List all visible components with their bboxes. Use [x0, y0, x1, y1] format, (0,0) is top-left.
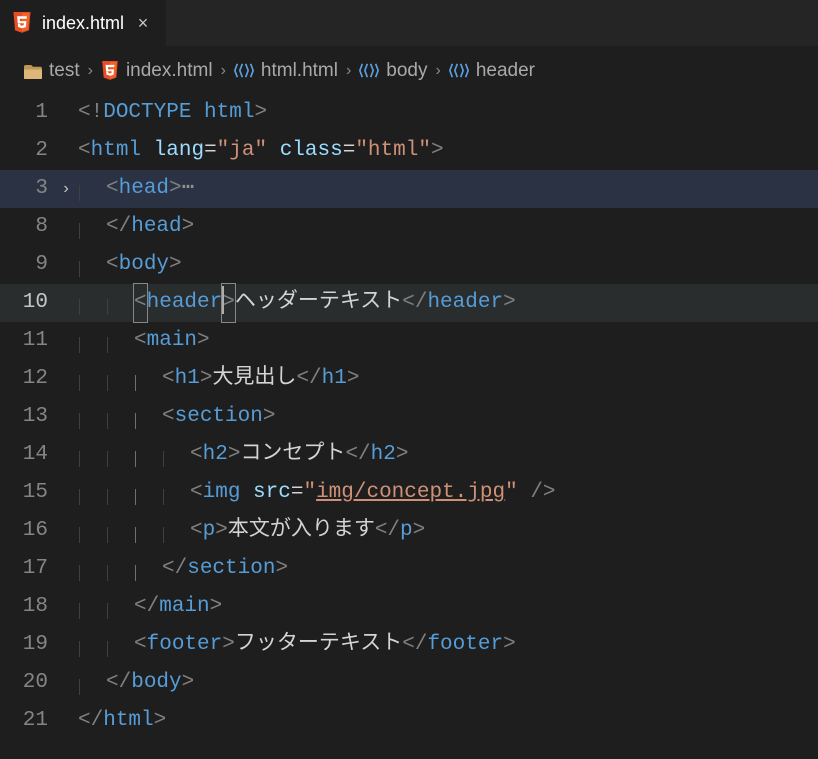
line-number: 9	[0, 246, 54, 284]
line-number: 13	[0, 398, 54, 436]
code-line[interactable]: 18 </main>	[0, 588, 818, 626]
chevron-right-icon: ›	[436, 62, 441, 80]
bracket-highlight: <	[133, 283, 148, 323]
html5-icon	[101, 61, 119, 81]
chevron-right-icon: ›	[88, 62, 93, 80]
line-number: 15	[0, 474, 54, 512]
breadcrumb-label: test	[49, 60, 80, 82]
code-line[interactable]: 14 <h2>コンセプト</h2>	[0, 436, 818, 474]
text-cursor	[222, 286, 224, 314]
breadcrumb-symbol[interactable]: header	[449, 60, 535, 82]
breadcrumb: test › index.html › html.html › body › h…	[0, 46, 818, 92]
symbol-icon	[234, 63, 254, 79]
code-line-active[interactable]: 10 <header>ヘッダーテキスト</header>	[0, 284, 818, 322]
chevron-right-icon: ›	[221, 62, 226, 80]
line-number: 21	[0, 702, 54, 740]
code-editor[interactable]: 1 <!DOCTYPE html> 2 <html lang="ja" clas…	[0, 92, 818, 740]
breadcrumb-label: index.html	[126, 60, 213, 82]
code-line[interactable]: 13 <section>	[0, 398, 818, 436]
line-number: 3	[0, 170, 54, 208]
breadcrumb-symbol[interactable]: html.html	[234, 60, 338, 82]
breadcrumb-label: html.html	[261, 60, 338, 82]
code-line[interactable]: 21 </html>	[0, 702, 818, 740]
tab-bar: index.html ×	[0, 0, 818, 46]
folder-icon	[24, 63, 42, 79]
code-line[interactable]: 1 <!DOCTYPE html>	[0, 94, 818, 132]
bracket-highlight: >	[221, 283, 236, 323]
code-line-folded[interactable]: 3 › <head>⋯	[0, 170, 818, 208]
line-number: 8	[0, 208, 54, 246]
code-line[interactable]: 15 <img src="img/concept.jpg" />	[0, 474, 818, 512]
line-number: 19	[0, 626, 54, 664]
fold-collapsed-icon[interactable]: ›	[54, 170, 78, 208]
code-line[interactable]: 17 </section>	[0, 550, 818, 588]
breadcrumb-folder[interactable]: test	[24, 60, 80, 82]
breadcrumb-symbol[interactable]: body	[359, 60, 427, 82]
line-number: 12	[0, 360, 54, 398]
editor-tab[interactable]: index.html ×	[0, 0, 167, 46]
line-number: 16	[0, 512, 54, 550]
breadcrumb-file[interactable]: index.html	[101, 60, 213, 82]
code-line[interactable]: 11 <main>	[0, 322, 818, 360]
line-number: 20	[0, 664, 54, 702]
fold-ellipsis[interactable]: ⋯	[182, 177, 195, 200]
code-line[interactable]: 2 <html lang="ja" class="html">	[0, 132, 818, 170]
symbol-icon	[359, 63, 379, 79]
code-line[interactable]: 16 <p>本文が入ります</p>	[0, 512, 818, 550]
line-number: 10	[0, 284, 54, 322]
chevron-right-icon: ›	[346, 62, 351, 80]
tab-title: index.html	[42, 13, 124, 34]
line-number: 11	[0, 322, 54, 360]
breadcrumb-label: header	[476, 60, 535, 82]
line-number: 1	[0, 94, 54, 132]
code-line[interactable]: 8 </head>	[0, 208, 818, 246]
line-number: 14	[0, 436, 54, 474]
symbol-icon	[449, 63, 469, 79]
code-line[interactable]: 9 <body>	[0, 246, 818, 284]
code-line[interactable]: 20 </body>	[0, 664, 818, 702]
line-number: 2	[0, 132, 54, 170]
line-number: 18	[0, 588, 54, 626]
html5-icon	[12, 12, 32, 34]
breadcrumb-label: body	[386, 60, 427, 82]
code-line[interactable]: 19 <footer>フッターテキスト</footer>	[0, 626, 818, 664]
line-number: 17	[0, 550, 54, 588]
file-link[interactable]: img/concept.jpg	[316, 481, 505, 504]
close-icon[interactable]: ×	[134, 13, 152, 34]
code-line[interactable]: 12 <h1>大見出し</h1>	[0, 360, 818, 398]
